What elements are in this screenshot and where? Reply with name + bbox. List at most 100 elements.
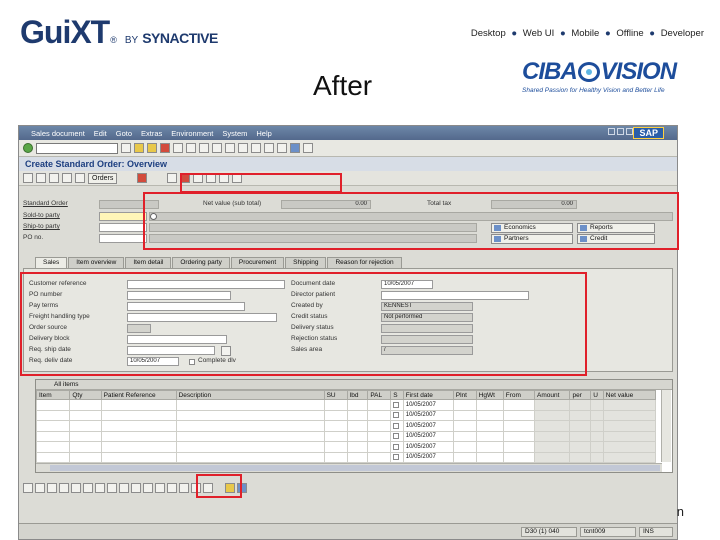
table-cell[interactable]: [534, 441, 571, 453]
table-cell[interactable]: [390, 430, 404, 442]
table-cell[interactable]: [502, 409, 536, 421]
partners-button[interactable]: Partners: [491, 234, 573, 244]
table-cell[interactable]: [346, 399, 369, 411]
table-cell[interactable]: [35, 441, 71, 453]
table-cell[interactable]: [323, 430, 348, 442]
table-cell[interactable]: [69, 420, 102, 432]
minimize-icon[interactable]: [608, 128, 615, 135]
table-cell[interactable]: [367, 441, 392, 453]
table-cell[interactable]: [323, 399, 348, 411]
close-icon[interactable]: [626, 128, 633, 135]
economics-button[interactable]: Economics: [491, 223, 573, 233]
table-cell[interactable]: [175, 420, 325, 432]
table-row[interactable]: 10/05/2007: [35, 399, 657, 411]
table-cell[interactable]: [602, 420, 657, 432]
column-header-s[interactable]: S: [390, 390, 404, 400]
table-cell[interactable]: [602, 399, 657, 411]
horizontal-scrollbar[interactable]: [36, 463, 662, 472]
tab-reason-for-rejection[interactable]: Reason for rejection: [327, 257, 402, 268]
column-header-ibd[interactable]: Ibd: [346, 390, 369, 400]
menu-goto[interactable]: Goto: [116, 129, 132, 138]
table-cell[interactable]: [534, 430, 571, 442]
table-row[interactable]: 10/05/2007: [35, 420, 657, 432]
cancel-icon[interactable]: [160, 143, 170, 153]
column-header-per[interactable]: per: [569, 390, 592, 400]
pay-terms-dropdown[interactable]: [127, 302, 245, 311]
table-cell[interactable]: [502, 399, 536, 411]
reports-button[interactable]: Reports: [577, 223, 655, 233]
table-cell[interactable]: [35, 420, 71, 432]
table-cell[interactable]: [502, 451, 536, 463]
table-cell[interactable]: [602, 430, 657, 442]
table-row[interactable]: 10/05/2007: [35, 430, 657, 442]
credit-button[interactable]: Credit: [577, 234, 655, 244]
ship-to-party-field[interactable]: [99, 223, 147, 232]
customer-reference-field[interactable]: [127, 280, 285, 289]
table-cell[interactable]: [569, 399, 592, 411]
tab-procurement[interactable]: Procurement: [230, 257, 285, 268]
nav-web-ui[interactable]: Web UI: [523, 28, 555, 39]
table-cell[interactable]: [569, 451, 592, 463]
help-icon[interactable]: [290, 143, 300, 153]
table-cell[interactable]: [475, 441, 504, 453]
tab-ordering-party[interactable]: Ordering party: [172, 257, 230, 268]
custom-grid-icon-1[interactable]: [225, 483, 235, 493]
save-icon[interactable]: [121, 143, 131, 153]
table-cell[interactable]: [390, 441, 404, 453]
column-header-su[interactable]: SU: [323, 390, 348, 400]
custom-tool-icon-3[interactable]: [180, 173, 191, 183]
table-cell[interactable]: [367, 420, 392, 432]
table-cell[interactable]: [602, 409, 657, 421]
table-cell[interactable]: [69, 430, 102, 442]
table-row[interactable]: 10/05/2007: [35, 451, 657, 463]
nav-offline[interactable]: Offline: [616, 28, 643, 39]
table-cell[interactable]: [475, 420, 504, 432]
tab-shipping[interactable]: Shipping: [285, 257, 327, 268]
tab-sales[interactable]: Sales: [35, 257, 68, 268]
table-cell[interactable]: [100, 399, 177, 411]
configuration-icon[interactable]: [62, 173, 72, 183]
conditions-icon[interactable]: [155, 483, 165, 493]
director-patient-field[interactable]: [381, 291, 529, 300]
custom-grid-icon-2[interactable]: [237, 483, 247, 493]
table-cell[interactable]: [390, 399, 404, 411]
nav-developer[interactable]: Developer: [661, 28, 704, 39]
item-icon[interactable]: [49, 173, 59, 183]
find-icon[interactable]: [186, 143, 196, 153]
table-cell[interactable]: 10/05/2007: [402, 451, 454, 463]
table-cell[interactable]: [534, 420, 571, 432]
delivery-block-dropdown[interactable]: [127, 335, 227, 344]
table-cell[interactable]: [475, 430, 504, 442]
table-cell[interactable]: [175, 441, 325, 453]
table-cell[interactable]: [100, 409, 177, 421]
table-cell[interactable]: [69, 399, 102, 411]
table-row[interactable]: 10/05/2007: [35, 409, 657, 421]
table-cell[interactable]: [502, 420, 536, 432]
table-cell[interactable]: 10/05/2007: [402, 430, 454, 442]
po-number-field[interactable]: [127, 291, 231, 300]
custom-tool-icon-4[interactable]: [193, 173, 204, 183]
table-cell[interactable]: [175, 430, 325, 442]
shortcut-icon[interactable]: [277, 143, 287, 153]
sort-ascending-icon[interactable]: [95, 483, 105, 493]
table-cell[interactable]: [569, 441, 592, 453]
delete-row-icon[interactable]: [71, 483, 81, 493]
search-help-icon[interactable]: [150, 213, 157, 220]
custom-tool-icon-1[interactable]: [137, 173, 148, 183]
table-row[interactable]: 10/05/2007: [35, 441, 657, 453]
req-deliv-date-field[interactable]: 10/05/2007: [127, 357, 179, 366]
table-cell[interactable]: [346, 409, 369, 421]
last-page-icon[interactable]: [251, 143, 261, 153]
table-cell[interactable]: [569, 420, 592, 432]
complete-dlv-checkbox[interactable]: [189, 359, 195, 365]
menu-edit[interactable]: Edit: [94, 129, 107, 138]
insert-row-icon[interactable]: [59, 483, 69, 493]
row-status-checkbox[interactable]: [393, 454, 400, 461]
po-number-header-field[interactable]: [99, 234, 147, 243]
select-all-icon[interactable]: [35, 483, 45, 493]
configure-icon[interactable]: [119, 483, 129, 493]
table-cell[interactable]: [452, 420, 477, 432]
table-cell[interactable]: [502, 441, 536, 453]
table-cell[interactable]: [175, 399, 325, 411]
exit-icon[interactable]: [147, 143, 157, 153]
